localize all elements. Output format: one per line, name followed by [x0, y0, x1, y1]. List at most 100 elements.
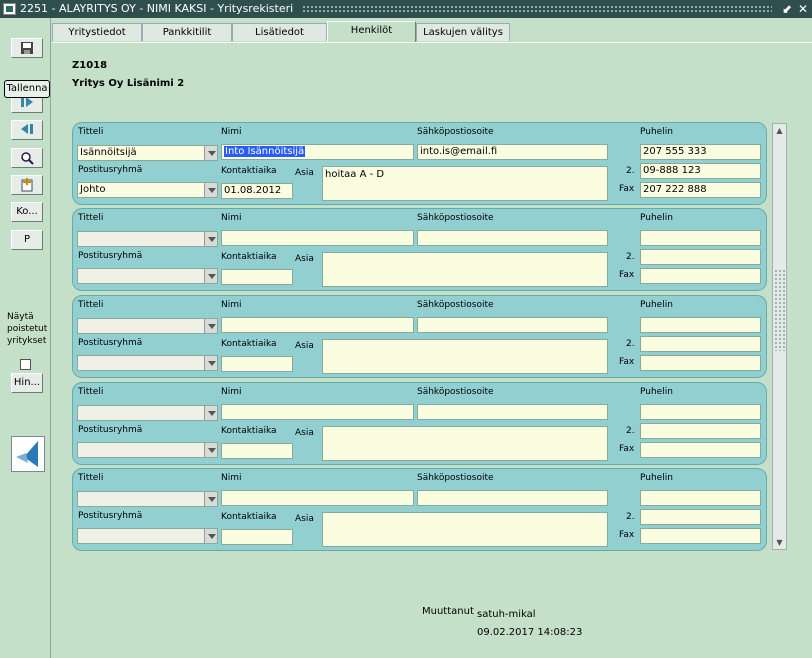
- chevron-down-icon[interactable]: [204, 443, 217, 457]
- email-field[interactable]: [417, 230, 608, 246]
- company-logo: [11, 436, 45, 472]
- email-field[interactable]: [417, 490, 608, 506]
- save-icon: [21, 42, 33, 54]
- chevron-down-icon[interactable]: [204, 319, 217, 333]
- hin-button[interactable]: Hin...: [11, 373, 43, 393]
- asia-field[interactable]: [322, 512, 608, 547]
- search-button[interactable]: [11, 148, 43, 168]
- scroll-down-icon[interactable]: ▼: [775, 538, 784, 547]
- title-bar: 2251 - ALAYRITYS OY - NIMI KAKSI - Yrity…: [0, 0, 812, 18]
- titteli-select[interactable]: [77, 405, 218, 421]
- window-title: 2251 - ALAYRITYS OY - NIMI KAKSI - Yrity…: [20, 2, 294, 15]
- kontaktiaika-label: Kontaktiaika: [221, 252, 277, 262]
- fax-field[interactable]: [640, 528, 761, 544]
- titteli-select[interactable]: [77, 231, 218, 247]
- titteli-select[interactable]: [77, 318, 218, 334]
- postitusryhma-select[interactable]: [77, 442, 218, 458]
- kontaktiaika-field[interactable]: [221, 443, 293, 459]
- puhelin2-field[interactable]: 09-888 123: [640, 163, 761, 179]
- email-field[interactable]: [417, 317, 608, 333]
- p-button[interactable]: P: [11, 230, 43, 250]
- kontaktiaika-field[interactable]: [221, 529, 293, 545]
- chevron-down-icon[interactable]: [204, 356, 217, 370]
- scroll-thumb[interactable]: [774, 269, 785, 351]
- titteli-label: Titteli: [78, 300, 104, 310]
- previous-record-button[interactable]: [11, 120, 43, 140]
- ko-button[interactable]: Ko...: [11, 202, 43, 222]
- phone2-label: 2.: [626, 339, 635, 349]
- puhelin2-field[interactable]: [640, 336, 761, 352]
- nimi-field[interactable]: [221, 490, 414, 506]
- show-deleted-checkbox[interactable]: [20, 359, 31, 370]
- person-card: Titteli Nimi Sähköpostiosoite Puhelin Postit…: [72, 468, 767, 551]
- minimize-icon[interactable]: ⬋: [780, 0, 794, 18]
- nimi-field[interactable]: [221, 404, 414, 420]
- chevron-down-icon[interactable]: [204, 492, 217, 506]
- show-deleted-label: Näytä poistetut yritykset: [7, 312, 48, 346]
- titteli-select[interactable]: [77, 491, 218, 507]
- tab-lisatiedot[interactable]: Lisätiedot: [232, 23, 327, 41]
- puhelin2-field[interactable]: [640, 423, 761, 439]
- kontaktiaika-field[interactable]: 01.08.2012: [221, 183, 293, 199]
- new-record-button[interactable]: [11, 175, 43, 195]
- email-field[interactable]: into.is@email.fi: [417, 144, 608, 160]
- chevron-down-icon[interactable]: [204, 406, 217, 420]
- save-button[interactable]: [11, 38, 43, 58]
- fax-field[interactable]: [640, 442, 761, 458]
- asia-field[interactable]: hoitaa A - D: [322, 166, 608, 201]
- chevron-down-icon[interactable]: [204, 183, 217, 197]
- magnifier-icon: [21, 152, 34, 165]
- asia-field[interactable]: [322, 339, 608, 374]
- phone2-label: 2.: [626, 252, 635, 262]
- fax-field[interactable]: [640, 355, 761, 371]
- tab-henkilot[interactable]: Henkilöt: [327, 21, 416, 42]
- postitusryhma-select[interactable]: Johto: [77, 182, 218, 198]
- chevron-down-icon[interactable]: [204, 269, 217, 283]
- puhelin-field[interactable]: [640, 490, 761, 506]
- email-field[interactable]: [417, 404, 608, 420]
- persons-panel: Z1018 Yritys Oy Lisänimi 2 Titteli Nimi Sä…: [52, 42, 812, 658]
- nimi-field[interactable]: [221, 317, 414, 333]
- titteli-select[interactable]: Isännöitsijä: [77, 145, 218, 161]
- puhelin-field[interactable]: [640, 404, 761, 420]
- close-icon[interactable]: ✕: [796, 0, 810, 18]
- person-card: Titteli Nimi Sähköpostiosoite Puhelin Postit…: [72, 295, 767, 378]
- titteli-label: Titteli: [78, 473, 104, 483]
- scroll-up-icon[interactable]: ▲: [775, 126, 784, 135]
- puhelin-field[interactable]: 207 555 333: [640, 144, 761, 160]
- nimi-field[interactable]: [221, 230, 414, 246]
- nimi-label: Nimi: [221, 213, 242, 223]
- puhelin-field[interactable]: [640, 230, 761, 246]
- chevron-down-icon[interactable]: [204, 232, 217, 246]
- logo-icon: [16, 441, 38, 467]
- nimi-label: Nimi: [221, 300, 242, 310]
- nimi-label: Nimi: [221, 127, 242, 137]
- postitusryhma-select[interactable]: [77, 268, 218, 284]
- kontaktiaika-field[interactable]: [221, 269, 293, 285]
- email-label: Sähköpostiosoite: [417, 127, 494, 137]
- tab-pankkitilit[interactable]: Pankkitilit: [142, 23, 232, 41]
- fax-label: Fax: [619, 184, 635, 194]
- chevron-down-icon[interactable]: [204, 146, 217, 160]
- kontaktiaika-field[interactable]: [221, 356, 293, 372]
- person-card: Titteli Nimi Sähköpostiosoite Puhelin Postit…: [72, 122, 767, 205]
- fax-field[interactable]: [640, 268, 761, 284]
- asia-field[interactable]: [322, 252, 608, 287]
- modified-at: 09.02.2017 14:08:23: [477, 627, 583, 638]
- chevron-down-icon[interactable]: [204, 529, 217, 543]
- titteli-label: Titteli: [78, 213, 104, 223]
- tab-yritystiedot[interactable]: Yritystiedot: [52, 23, 142, 41]
- titteli-value: Isännöitsijä: [80, 147, 137, 158]
- postitusryhma-select[interactable]: [77, 528, 218, 544]
- asia-field[interactable]: [322, 426, 608, 461]
- fax-label: Fax: [619, 270, 635, 280]
- postitusryhma-select[interactable]: [77, 355, 218, 371]
- vertical-scrollbar[interactable]: ▲ ▼: [772, 123, 787, 550]
- puhelin2-field[interactable]: [640, 249, 761, 265]
- puhelin2-field[interactable]: [640, 509, 761, 525]
- arrow-left-icon: [21, 124, 33, 134]
- tab-laskujen-valitys[interactable]: Laskujen välitys: [416, 23, 510, 41]
- nimi-field[interactable]: Into Isännöitsijä: [221, 144, 414, 160]
- puhelin-field[interactable]: [640, 317, 761, 333]
- fax-field[interactable]: 207 222 888: [640, 182, 761, 198]
